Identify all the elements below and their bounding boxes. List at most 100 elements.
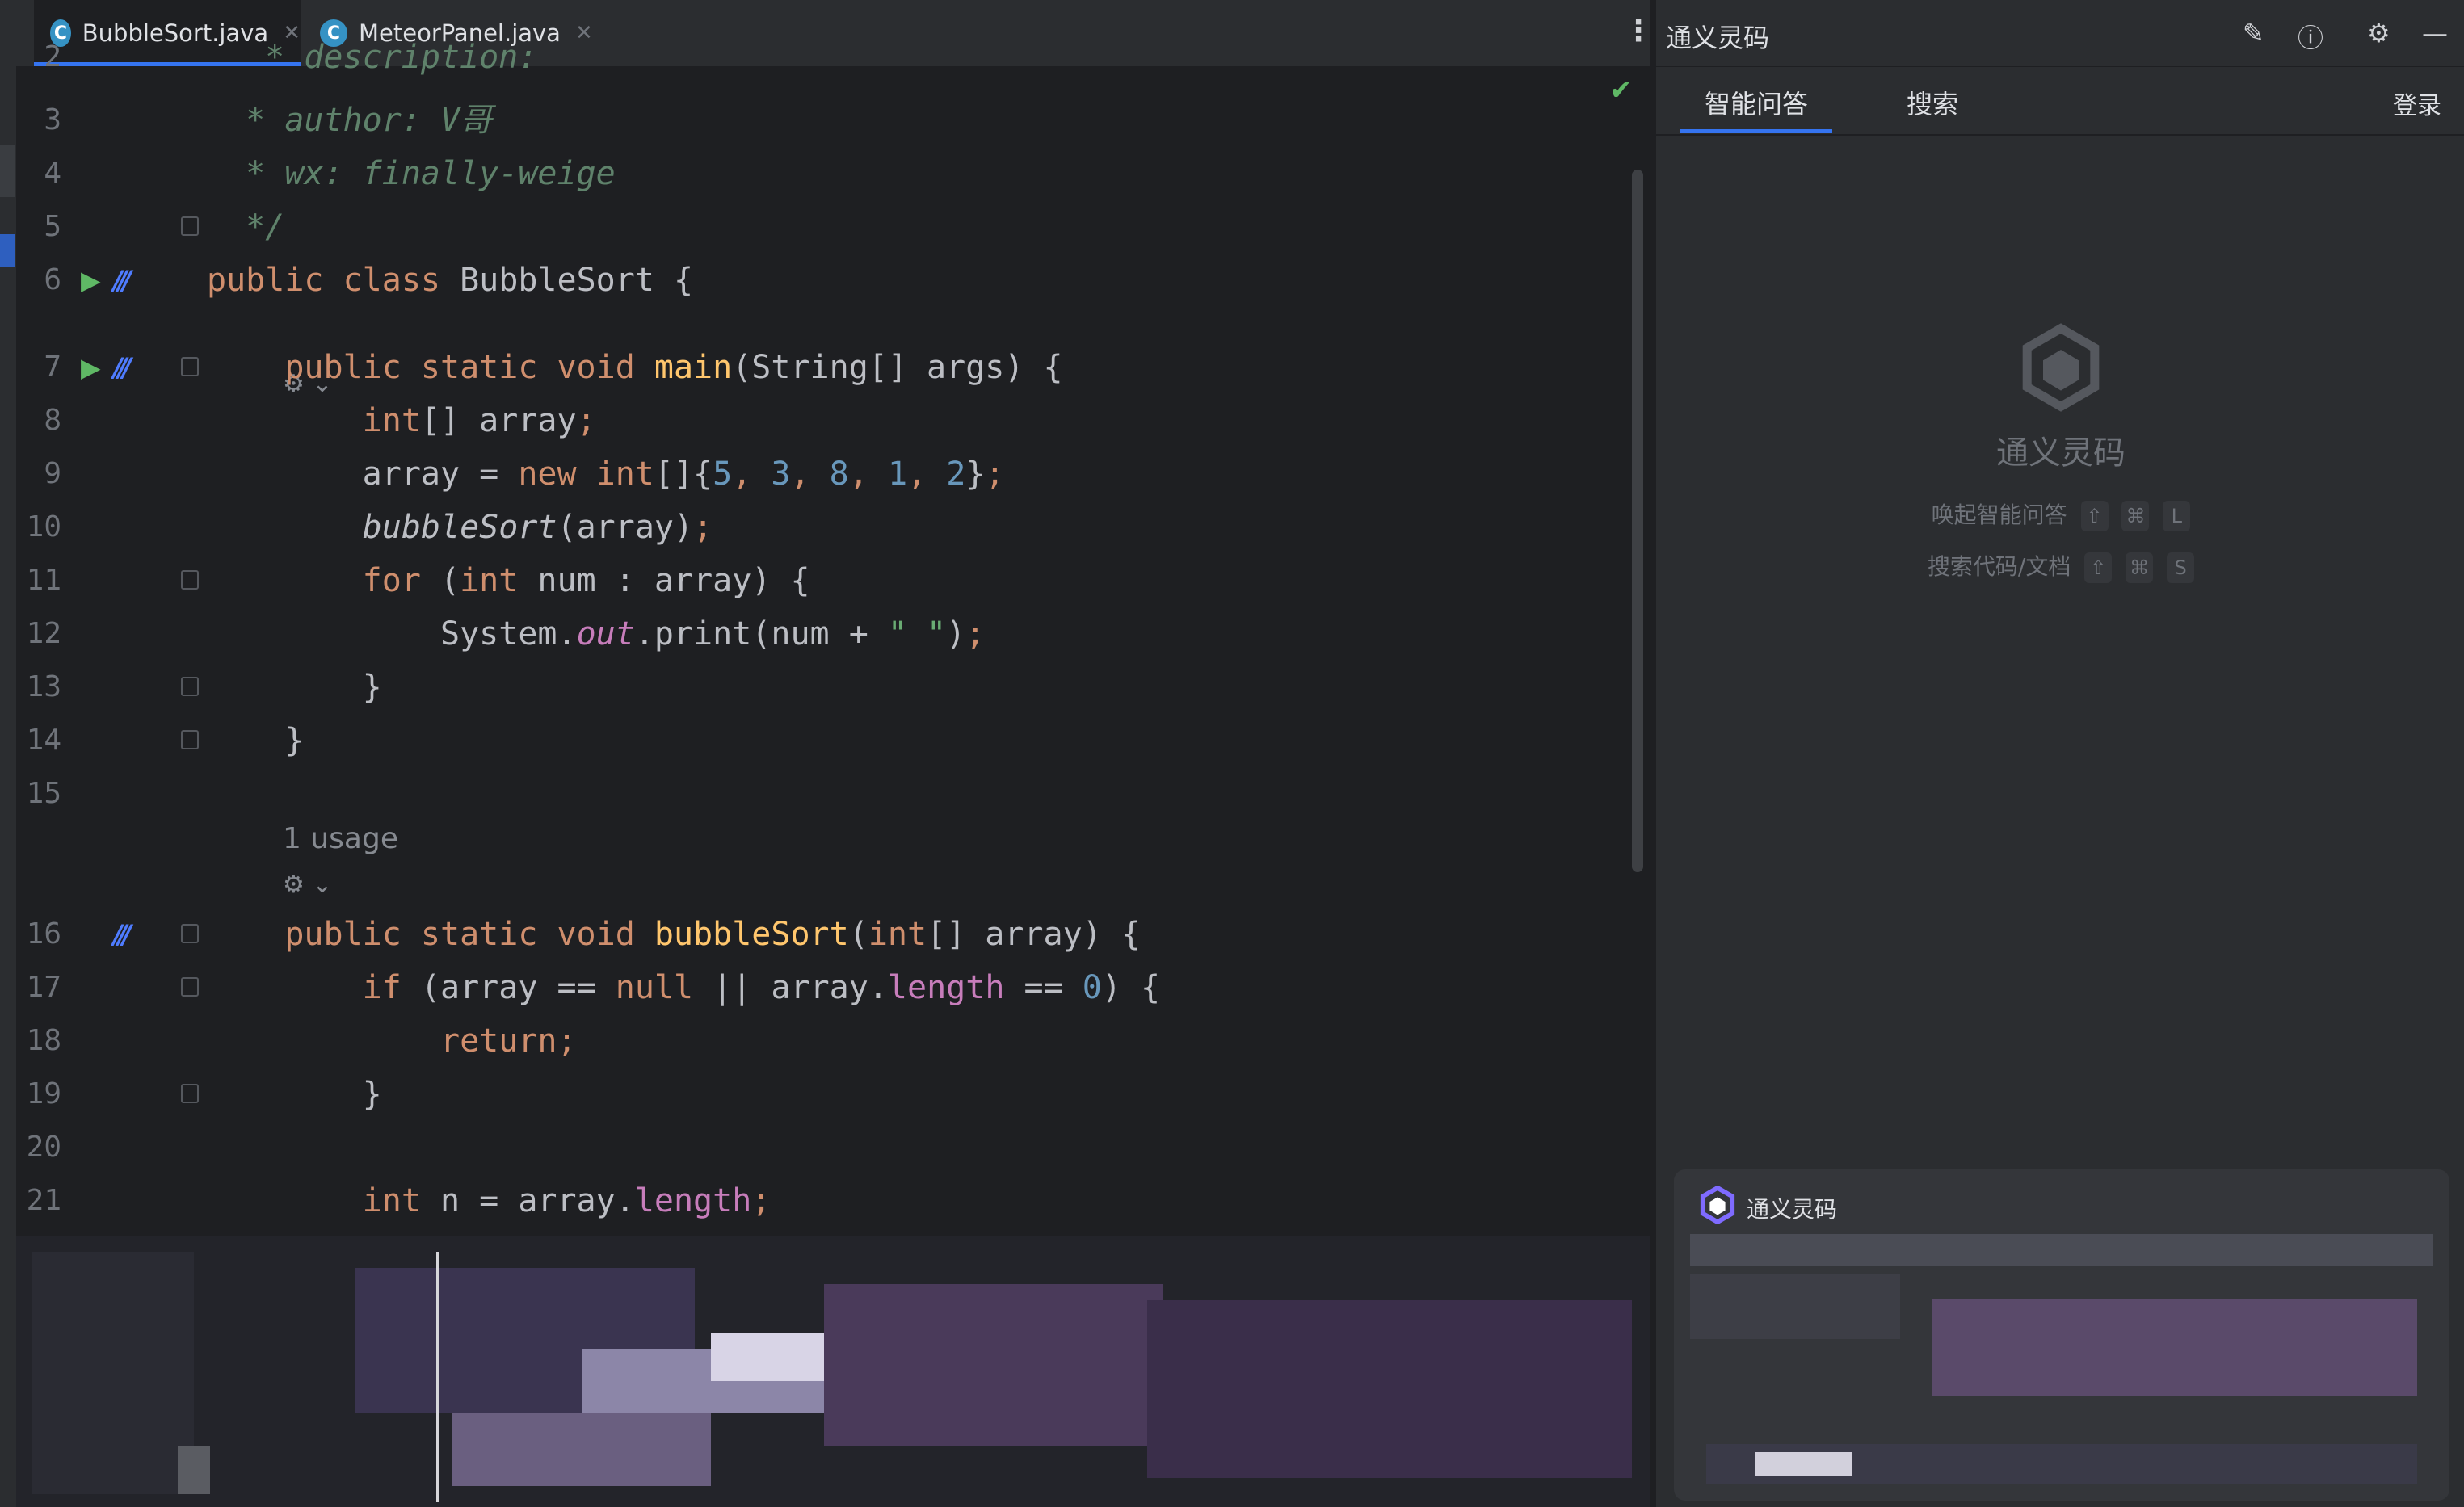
- tab-smart-qa[interactable]: 智能问答: [1680, 84, 1833, 133]
- code-text: * wx: finally-weige: [207, 155, 616, 192]
- shift-key: ⇧: [2084, 552, 2113, 583]
- line-number: 18: [26, 1024, 61, 1057]
- line-number: 6: [44, 263, 61, 296]
- code-line[interactable]: 14 }: [16, 714, 1650, 767]
- minimize-icon[interactable]: —: [2422, 18, 2448, 48]
- code-text: array = new int[]{5, 3, 8, 1, 2};: [207, 455, 1005, 493]
- code-text: * description:: [226, 39, 538, 76]
- code-line[interactable]: 18 return;: [16, 1014, 1650, 1068]
- notification-card[interactable]: 通义灵码: [1674, 1169, 2449, 1501]
- tongyi-logo-icon: [1700, 1186, 1735, 1224]
- panel-header: 通义灵码 ✎ ⓘ ⚙ —: [1656, 0, 2464, 67]
- lingma-icon[interactable]: ///: [113, 265, 132, 296]
- code-text: * author: V哥: [207, 102, 493, 139]
- code-editor: C BubbleSort.java ✕ C MeteorPanel.java ✕…: [16, 0, 1653, 1507]
- code-line[interactable]: 17 if (array == null || array.length == …: [16, 961, 1650, 1014]
- corrupted-image-region: [1690, 1234, 2433, 1492]
- key: S: [2167, 552, 2195, 583]
- command-key: ⌘: [2126, 552, 2154, 583]
- tab-search[interactable]: 搜索: [1907, 84, 1958, 121]
- code-line[interactable]: 8 int[] array;: [16, 394, 1650, 447]
- panel-tabs: 智能问答 搜索 登录: [1656, 68, 2464, 136]
- fold-icon[interactable]: [181, 924, 199, 943]
- tongyi-lingma-panel: 通义灵码 ✎ ⓘ ⚙ — 智能问答 搜索 登录 通义灵码 唤起智能问答 ⇧ ⌘ …: [1655, 0, 2464, 1507]
- fold-icon[interactable]: [181, 677, 199, 696]
- run-icon[interactable]: ▶: [81, 265, 101, 296]
- line-number: 3: [44, 103, 61, 136]
- shortcut-row: 搜索代码/文档 ⇧ ⌘ S: [1656, 549, 2464, 583]
- code-line[interactable]: 10 bubbleSort(array);: [16, 501, 1650, 554]
- line-number: 16: [26, 917, 61, 951]
- lingma-icon[interactable]: ///: [113, 352, 132, 383]
- line-number: 7: [44, 351, 61, 384]
- code-line[interactable]: 11 for (int num : array) {: [16, 554, 1650, 607]
- fold-icon[interactable]: [181, 977, 199, 997]
- code-line[interactable]: 2 * description:: [16, 31, 1650, 84]
- code-line[interactable]: 19 }: [16, 1068, 1650, 1121]
- line-number: 9: [44, 457, 61, 490]
- login-button[interactable]: 登录: [2393, 86, 2441, 121]
- fold-icon[interactable]: [181, 1084, 199, 1103]
- code-line[interactable]: 9 array = new int[]{5, 3, 8, 1, 2};: [16, 447, 1650, 501]
- code-text: public static void bubbleSort(int[] arra…: [284, 916, 1141, 953]
- code-line[interactable]: 5 */: [16, 200, 1650, 254]
- code-text: }: [207, 669, 382, 706]
- code-text: for (int num : array) {: [362, 562, 810, 599]
- command-key: ⌘: [2121, 501, 2150, 531]
- line-number: 19: [26, 1077, 61, 1110]
- line-number: 17: [26, 971, 61, 1004]
- line-number: 10: [26, 510, 61, 544]
- code-line[interactable]: 12 System.out.print(num + " ");: [16, 607, 1650, 661]
- fold-icon[interactable]: [181, 357, 199, 376]
- code-text: }: [207, 1076, 382, 1113]
- code-line[interactable]: 15: [16, 767, 1650, 821]
- left-tool-strip: [0, 0, 17, 1507]
- line-number: 21: [26, 1184, 61, 1217]
- corrupted-image-region: [16, 1236, 1650, 1507]
- lingma-icon[interactable]: ///: [113, 919, 132, 950]
- brand-block: 通义灵码: [1656, 323, 2464, 473]
- line-number: 8: [44, 404, 61, 437]
- code-text: int[] array;: [362, 402, 596, 439]
- tongyi-logo-icon: [2022, 323, 2100, 412]
- fold-icon[interactable]: [181, 570, 199, 590]
- code-text: if (array == null || array.length == 0) …: [362, 969, 1161, 1006]
- shortcut-label: 搜索代码/文档: [1927, 553, 2071, 580]
- run-icon[interactable]: ▶: [81, 352, 101, 383]
- code-text: public static void main(String[] args) {: [284, 349, 1063, 386]
- brand-name: 通义灵码: [1996, 434, 2126, 472]
- code-line[interactable]: 16 /// public static void bubbleSort(int…: [16, 908, 1650, 961]
- strip-marker: [0, 145, 15, 197]
- shortcut-label: 唤起智能问答: [1931, 502, 2067, 528]
- strip-marker-active: [0, 234, 15, 267]
- line-number: 4: [44, 157, 61, 190]
- line-number: 11: [26, 564, 61, 597]
- usage-hint[interactable]: 1 usage: [283, 822, 398, 855]
- code-line[interactable]: 20: [16, 1121, 1650, 1174]
- gear-icon[interactable]: ⚙: [2367, 18, 2390, 48]
- code-text: */: [207, 208, 285, 246]
- code-line[interactable]: 3 * author: V哥: [16, 94, 1650, 147]
- code-text: bubbleSort(array);: [362, 509, 713, 546]
- fold-icon[interactable]: [181, 216, 199, 236]
- fold-icon[interactable]: [181, 730, 199, 749]
- help-icon[interactable]: ⓘ: [2298, 18, 2323, 55]
- line-number: 12: [26, 617, 61, 650]
- shortcut-row: 唤起智能问答 ⇧ ⌘ L: [1656, 497, 2464, 531]
- code-line[interactable]: 6 ▶ /// public class BubbleSort {: [16, 254, 1650, 307]
- line-number: 2: [44, 40, 61, 73]
- code-line[interactable]: 13 }: [16, 661, 1650, 714]
- code-text: public class BubbleSort {: [207, 262, 694, 299]
- new-chat-icon[interactable]: ✎: [2243, 18, 2264, 48]
- code-line[interactable]: 4 * wx: finally-weige: [16, 147, 1650, 200]
- line-number: 15: [26, 777, 61, 810]
- line-number: 13: [26, 670, 61, 703]
- code-text: return;: [439, 1022, 577, 1060]
- line-number: 20: [26, 1131, 61, 1164]
- ai-hint-icon[interactable]: ⚙ ⌄: [283, 871, 333, 899]
- code-line[interactable]: 21 int n = array.length;: [16, 1174, 1650, 1228]
- notification-title: 通义灵码: [1747, 1196, 1838, 1223]
- code-text: System.out.print(num + " ");: [207, 615, 986, 653]
- panel-title: 通义灵码: [1666, 23, 1770, 53]
- code-line[interactable]: 7 ▶ /// public static void main(String[]…: [16, 341, 1650, 394]
